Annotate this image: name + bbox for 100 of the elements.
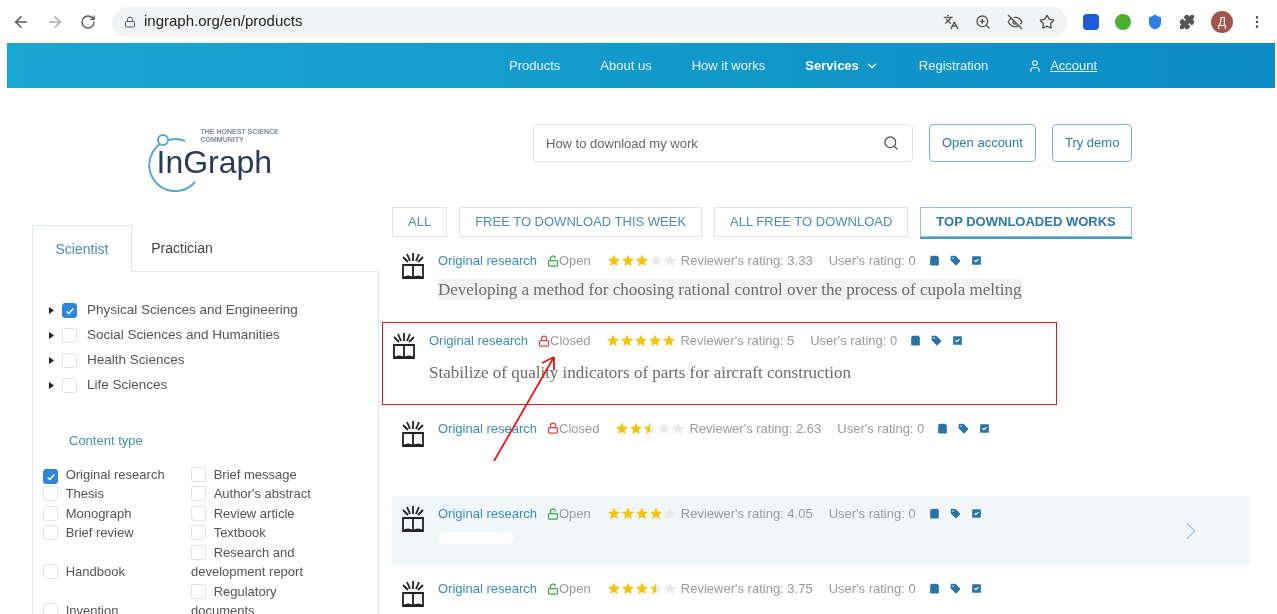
- shield-icon[interactable]: [1147, 13, 1163, 30]
- star-icon: [648, 334, 663, 347]
- translate-icon[interactable]: [943, 13, 959, 30]
- category-label: Physical Sciences and Engineering: [87, 301, 298, 320]
- work-type-link[interactable]: Original research: [429, 330, 528, 351]
- tag-icon[interactable]: [948, 507, 962, 521]
- star-icon: [634, 507, 649, 521]
- star-icon: [648, 254, 663, 268]
- book-icon: [391, 330, 417, 361]
- star-icon: [606, 582, 621, 596]
- star-icon: [634, 254, 649, 268]
- section-title: Content type: [69, 432, 144, 450]
- zoom-icon[interactable]: [975, 13, 991, 30]
- bag-icon[interactable]: [909, 334, 923, 347]
- nav-link[interactable]: Registration: [918, 55, 989, 76]
- filter-tab[interactable]: TOP DOWNLOADED WORKS: [920, 207, 1132, 237]
- book-icon: [400, 251, 426, 281]
- checkbox[interactable]: [43, 469, 58, 484]
- user-icon: [1028, 58, 1043, 73]
- sidebar-tab[interactable]: Scientist: [32, 225, 132, 272]
- check-square-icon[interactable]: [969, 582, 983, 596]
- content-type-option[interactable]: Textbook: [191, 523, 341, 543]
- bag-icon[interactable]: [936, 421, 950, 435]
- expand-triangle-icon[interactable]: [49, 307, 54, 314]
- filter-tab[interactable]: ALL FREE TO DOWNLOAD: [714, 207, 909, 237]
- user-rating: User's rating: 0: [828, 252, 916, 270]
- star-icon: [648, 507, 663, 521]
- star-icon: [648, 582, 663, 596]
- work-title[interactable]: Developing a method for choosing rational control over the process of cupola melting: [438, 278, 1022, 300]
- profile-avatar[interactable]: Д: [1211, 10, 1233, 33]
- work-type-link[interactable]: Original research: [438, 579, 537, 599]
- content-type-option[interactable]: Monograph: [43, 503, 191, 523]
- content-type-option[interactable]: Brief review: [43, 523, 191, 543]
- expand-triangle-icon[interactable]: [49, 382, 54, 389]
- checkbox[interactable]: [62, 303, 77, 318]
- header-button[interactable]: Try demo: [1051, 124, 1133, 162]
- eye-off-icon[interactable]: [1007, 13, 1023, 30]
- category-label: Life Sciences: [87, 376, 168, 395]
- star-icon: [606, 507, 621, 521]
- checkmark-icon: [45, 471, 56, 482]
- reviewer-rating: Reviewer's rating: 3.33: [680, 252, 813, 270]
- expand-triangle-icon[interactable]: [49, 357, 54, 364]
- star-icon: [662, 334, 677, 347]
- check-square-icon[interactable]: [969, 507, 983, 521]
- search-icon[interactable]: [883, 135, 899, 151]
- filter-tab[interactable]: FREE TO DOWNLOAD THIS WEEK: [459, 207, 703, 237]
- content-type-option[interactable]: Original research: [43, 464, 191, 484]
- star-icon: [615, 421, 630, 435]
- extension-icon[interactable]: [1115, 13, 1131, 30]
- check-square-icon[interactable]: [969, 254, 983, 268]
- filter-tab[interactable]: ALL: [392, 207, 448, 237]
- account-link[interactable]: Account: [1028, 55, 1098, 76]
- header-button[interactable]: Open account: [929, 124, 1036, 162]
- book-icon: [400, 418, 426, 449]
- access-status: Open: [559, 505, 591, 523]
- content-type-option[interactable]: Author's abstract: [191, 484, 341, 504]
- expand-triangle-icon[interactable]: [49, 332, 54, 339]
- check-square-icon[interactable]: [978, 421, 992, 435]
- access-status: Closed: [559, 419, 600, 438]
- content-type-option[interactable]: Brief message: [191, 464, 341, 484]
- reviewer-rating: Reviewer's rating: 3.75: [680, 580, 813, 598]
- bookmark-star-icon[interactable]: [1039, 13, 1055, 30]
- bag-icon[interactable]: [927, 254, 941, 268]
- address-bar[interactable]: ingraph.org/en/products: [112, 6, 1067, 37]
- tag-icon[interactable]: [930, 334, 944, 347]
- user-rating: User's rating: 0: [837, 419, 925, 438]
- access-status: Open: [559, 580, 591, 598]
- content-type-option[interactable]: Research and development report: [191, 542, 341, 582]
- nav-dropdown[interactable]: Services: [805, 55, 879, 76]
- nav-link[interactable]: About us: [600, 55, 652, 76]
- bag-icon[interactable]: [927, 507, 941, 521]
- puzzle-icon[interactable]: [1179, 13, 1195, 30]
- tag-icon[interactable]: [948, 582, 962, 596]
- reload-icon[interactable]: [80, 13, 96, 30]
- book-icon: [400, 579, 426, 609]
- tag-icon[interactable]: [948, 254, 962, 268]
- bag-icon[interactable]: [927, 582, 941, 596]
- search-field[interactable]: How to download my work: [533, 124, 913, 162]
- user-rating: User's rating: 0: [828, 505, 916, 523]
- tag-icon[interactable]: [957, 421, 971, 435]
- check-square-icon[interactable]: [951, 334, 965, 347]
- nav-link[interactable]: Products: [509, 55, 561, 76]
- reviewer-rating: Reviewer's rating: 4.05: [680, 505, 813, 523]
- checkmark-icon: [64, 305, 75, 316]
- reviewer-rating: Reviewer's rating: 2.63: [689, 419, 822, 438]
- content-type-option[interactable]: Review article: [191, 503, 341, 523]
- star-icon: [620, 254, 635, 268]
- star-icon: [629, 421, 644, 435]
- sidebar-tab[interactable]: Practician: [132, 225, 232, 272]
- content-type-option[interactable]: Thesis: [43, 484, 191, 504]
- reviewer-rating: Reviewer's rating: 5: [680, 331, 795, 350]
- nav-link[interactable]: How it works: [691, 55, 766, 76]
- work-type-link[interactable]: Original research: [438, 504, 537, 524]
- content-type-option[interactable]: Handbook: [43, 562, 191, 582]
- user-rating: User's rating: 0: [810, 331, 898, 350]
- work-type-link[interactable]: Original research: [438, 251, 537, 271]
- extension-icon[interactable]: [1083, 13, 1099, 30]
- lock-icon: [124, 15, 136, 28]
- star-icon: [643, 421, 658, 435]
- category-label: Social Sciences and Humanities: [87, 326, 280, 345]
